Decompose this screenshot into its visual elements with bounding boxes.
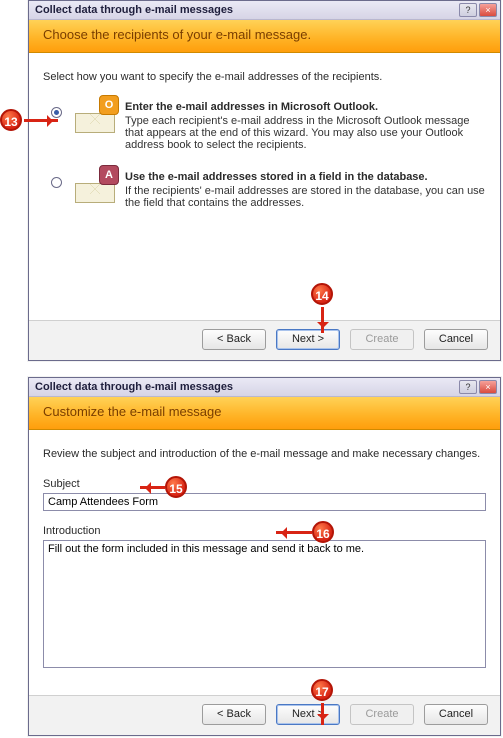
arrow-15 (140, 486, 165, 489)
wizard-instruction: Review the subject and introduction of t… (43, 448, 486, 460)
subject-input[interactable] (43, 493, 486, 511)
button-bar: < Back Next > Create Cancel (29, 695, 500, 735)
window-title: Collect data through e-mail messages (35, 381, 459, 393)
cancel-button[interactable]: Cancel (424, 704, 488, 725)
option-outlook[interactable]: O Enter the e-mail addresses in Microsof… (43, 101, 486, 151)
option-outlook-desc: Type each recipient's e-mail address in … (125, 115, 486, 151)
button-bar: < Back Next > Create Cancel (29, 320, 500, 360)
back-button[interactable]: < Back (202, 329, 266, 350)
subject-label: Subject (43, 478, 486, 490)
title-bar[interactable]: Collect data through e-mail messages ? × (29, 1, 500, 20)
close-button[interactable]: × (479, 380, 497, 394)
arrow-14 (321, 307, 324, 333)
arrow-17 (321, 703, 324, 725)
radio-database[interactable] (51, 177, 62, 188)
help-button[interactable]: ? (459, 3, 477, 17)
callout-14: 14 (311, 283, 333, 305)
callout-15: 15 (165, 476, 187, 498)
wizard-heading: Choose the recipients of your e-mail mes… (29, 20, 500, 53)
wizard-window-recipients: Collect data through e-mail messages ? ×… (28, 0, 501, 361)
option-outlook-title: Enter the e-mail addresses in Microsoft … (125, 101, 486, 113)
callout-13: 13 (0, 109, 22, 131)
callout-17: 17 (311, 679, 333, 701)
outlook-mail-icon: O (75, 101, 115, 133)
close-button[interactable]: × (479, 3, 497, 17)
option-database-desc: If the recipients' e-mail addresses are … (125, 185, 486, 209)
wizard-heading: Customize the e-mail message (29, 397, 500, 430)
arrow-16 (276, 531, 312, 534)
wizard-instruction: Select how you want to specify the e-mai… (43, 71, 486, 83)
title-bar[interactable]: Collect data through e-mail messages ? × (29, 378, 500, 397)
create-button: Create (350, 704, 414, 725)
callout-16: 16 (312, 521, 334, 543)
next-button[interactable]: Next > (276, 329, 340, 350)
next-button[interactable]: Next > (276, 704, 340, 725)
create-button: Create (350, 329, 414, 350)
introduction-label: Introduction (43, 525, 486, 537)
introduction-textarea[interactable] (43, 540, 486, 668)
access-mail-icon: A (75, 171, 115, 203)
window-title: Collect data through e-mail messages (35, 4, 459, 16)
option-database[interactable]: A Use the e-mail addresses stored in a f… (43, 171, 486, 209)
wizard-window-customize: Collect data through e-mail messages ? ×… (28, 377, 501, 736)
cancel-button[interactable]: Cancel (424, 329, 488, 350)
back-button[interactable]: < Back (202, 704, 266, 725)
help-button[interactable]: ? (459, 380, 477, 394)
arrow-13 (24, 119, 58, 122)
option-database-title: Use the e-mail addresses stored in a fie… (125, 171, 486, 183)
